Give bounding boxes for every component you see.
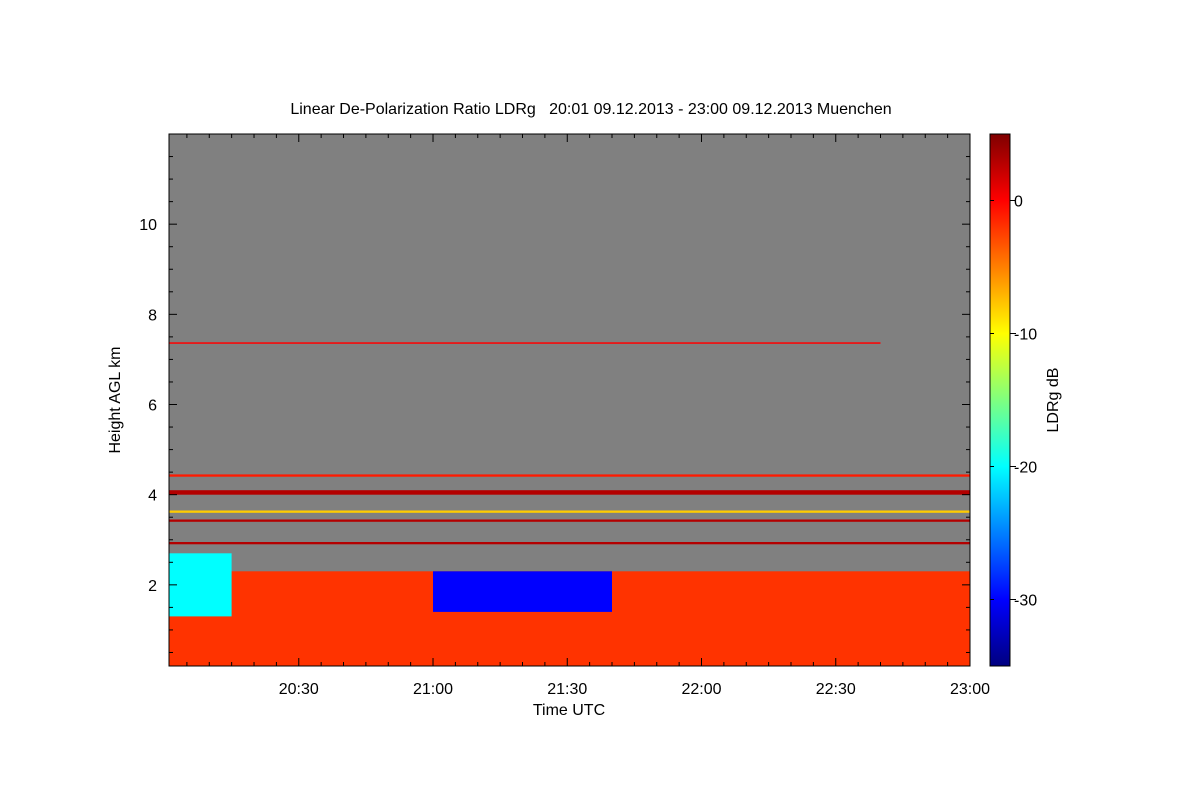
y-tick-label: 4 [148, 488, 157, 505]
colorbar-label: LDRg dB [1045, 368, 1062, 433]
layer-8 [169, 342, 881, 344]
x-tick-label: 21:00 [413, 681, 453, 698]
x-tick-label: 21:30 [547, 681, 587, 698]
colorbar-tick-label: -30 [1014, 593, 1037, 610]
chart-title: Linear De-Polarization Ratio LDRg 20:01 … [290, 101, 891, 118]
x-tick-label: 23:00 [950, 681, 990, 698]
y-tick-label: 6 [148, 398, 157, 415]
colorbar [989, 133, 1011, 667]
layer-5 [169, 510, 970, 513]
x-tick-label: 20:30 [279, 681, 319, 698]
layer-7 [169, 474, 970, 477]
x-axis-label: Time UTC [533, 702, 605, 719]
layer-4 [169, 519, 970, 522]
x-tick-label: 22:00 [681, 681, 721, 698]
y-tick-label: 2 [148, 578, 157, 595]
layer-1 [433, 571, 612, 612]
y-tick-label: 10 [139, 217, 157, 234]
colorbar-tick-label: -10 [1014, 327, 1037, 344]
colorbar-tick-label: -20 [1014, 460, 1037, 477]
layer-3 [169, 542, 970, 545]
y-tick-label: 8 [148, 307, 157, 324]
layer-6 [169, 490, 970, 495]
layer-2 [169, 553, 232, 617]
colorbar-tick-label: 0 [1014, 194, 1023, 211]
y-axis-label: Height AGL km [107, 346, 124, 453]
ldr-heatmap-chart: Linear De-Polarization Ratio LDRg 20:01 … [107, 101, 1062, 719]
x-tick-label: 22:30 [816, 681, 856, 698]
